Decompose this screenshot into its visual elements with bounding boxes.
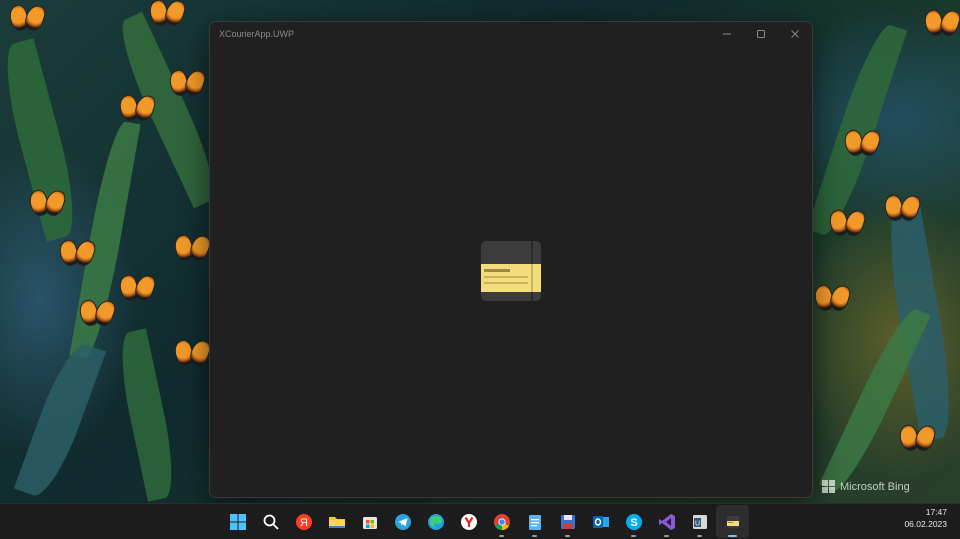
svg-text:S: S (630, 517, 637, 529)
notepad-icon (528, 514, 541, 530)
taskbar-skype[interactable]: S (617, 505, 650, 538)
taskbar-visual-studio[interactable] (650, 505, 683, 538)
file-explorer-icon (328, 516, 345, 528)
bing-watermark: Microsoft Bing (822, 480, 910, 493)
taskbar-chrome[interactable] (485, 505, 518, 538)
maximize-icon (757, 30, 765, 38)
outlook-icon (592, 515, 609, 528)
taskbar-telegram[interactable] (386, 505, 419, 538)
bing-logo-icon (822, 480, 835, 493)
xcourier-app-icon (726, 515, 739, 528)
edge-icon (427, 513, 444, 530)
taskbar-save-disk[interactable] (551, 505, 584, 538)
search-icon (263, 514, 279, 530)
telegram-icon (394, 513, 411, 530)
close-button[interactable] (778, 22, 812, 46)
skype-icon: S (625, 513, 642, 530)
search-button[interactable] (254, 505, 287, 538)
notebook-card-icon (481, 241, 541, 301)
app-window[interactable]: XCourierApp.UWP (209, 21, 813, 498)
microsoft-store-icon (362, 516, 377, 529)
window-title: XCourierApp.UWP (219, 29, 295, 39)
taskbar-yandex-browser[interactable] (452, 505, 485, 538)
yandex-icon: Я (295, 513, 312, 530)
taskbar-outlook[interactable] (584, 505, 617, 538)
taskbar: Я S U (0, 503, 960, 539)
svg-text:U: U (694, 520, 699, 527)
maximize-button[interactable] (744, 22, 778, 46)
taskbar-microsoft-store[interactable] (353, 505, 386, 538)
taskbar-edge[interactable] (419, 505, 452, 538)
chrome-icon (493, 513, 510, 530)
taskbar-terminal-app[interactable]: U (683, 505, 716, 538)
terminal-app-icon: U (692, 514, 707, 529)
caption-buttons (710, 22, 812, 46)
start-button[interactable] (221, 505, 254, 538)
minimize-icon (723, 33, 731, 35)
clock-date: 06.02.2023 (904, 519, 947, 529)
taskbar-file-explorer[interactable] (320, 505, 353, 538)
svg-text:Я: Я (300, 517, 308, 529)
taskbar-xcourier-app[interactable] (716, 505, 749, 538)
taskbar-icons: Я S U (221, 504, 749, 539)
minimize-button[interactable] (710, 22, 744, 46)
visual-studio-icon (658, 513, 675, 530)
taskbar-yandex[interactable]: Я (287, 505, 320, 538)
windows-start-icon (229, 513, 246, 530)
clock-time: 17:47 (925, 507, 947, 517)
save-disk-icon (560, 514, 575, 529)
system-clock[interactable]: 17:47 06.02.2023 (904, 506, 947, 530)
yandex-browser-icon (460, 513, 477, 530)
close-icon (791, 30, 799, 38)
bing-watermark-text: Microsoft Bing (840, 480, 910, 493)
taskbar-notepad[interactable] (518, 505, 551, 538)
window-titlebar[interactable]: XCourierApp.UWP (210, 22, 812, 46)
